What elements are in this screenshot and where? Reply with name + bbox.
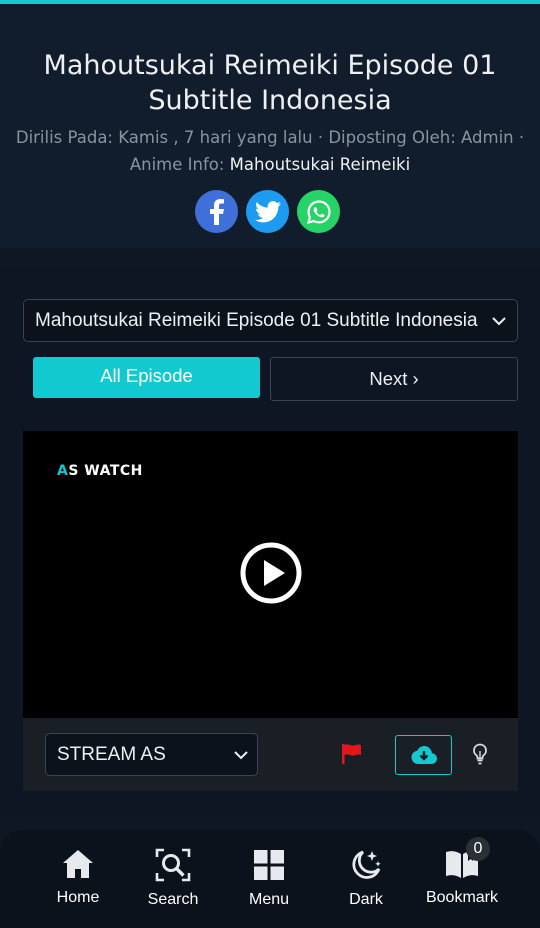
server-select-value: STREAM AS [57, 743, 166, 765]
chevron-down-icon [234, 751, 248, 760]
bookmark-count-badge: 0 [466, 837, 490, 861]
twitter-icon [254, 200, 281, 222]
share-twitter-button[interactable] [246, 190, 289, 233]
anime-info-label: Anime Info: [129, 155, 225, 174]
bottom-navigation: Home Search Menu Dark 0 Bookmark [0, 830, 540, 928]
play-icon[interactable] [240, 542, 302, 604]
nav-bookmark[interactable]: 0 Bookmark [414, 837, 510, 920]
nav-home-label: Home [56, 889, 100, 906]
nav-menu-label: Menu [248, 891, 290, 908]
released-value: Kamis , 7 hari yang lalu [118, 128, 313, 147]
episode-select[interactable]: Mahoutsukai Reimeiki Episode 01 Subtitle… [23, 299, 518, 342]
server-select[interactable]: STREAM AS [45, 733, 258, 776]
whatsapp-icon [306, 199, 331, 224]
home-icon [63, 850, 93, 878]
lightbulb-icon[interactable] [471, 743, 489, 765]
meta-separator: · [518, 128, 525, 147]
posted-label: Diposting Oleh: [328, 128, 456, 147]
share-buttons [0, 190, 540, 234]
download-button[interactable] [395, 735, 452, 775]
player-controls: STREAM AS [23, 718, 518, 791]
search-icon [155, 848, 191, 882]
share-facebook-button[interactable] [195, 190, 238, 233]
post-header: Mahoutsukai Reimeiki Episode 01 Subtitle… [0, 4, 540, 248]
nav-dark-label: Dark [349, 891, 383, 908]
nav-dark-mode[interactable]: Dark [318, 848, 414, 920]
grid-icon [254, 850, 284, 880]
moon-icon [352, 850, 381, 879]
video-player[interactable]: AS WATCH [23, 431, 518, 718]
nav-menu[interactable]: Menu [221, 848, 317, 920]
chevron-down-icon [492, 317, 506, 326]
share-whatsapp-button[interactable] [297, 190, 340, 233]
posted-value: Admin [461, 128, 514, 147]
page-title: Mahoutsukai Reimeiki Episode 01 Subtitle… [43, 50, 497, 116]
nav-search-label: Search [147, 891, 199, 908]
anime-info-link[interactable]: Mahoutsukai Reimeiki [230, 155, 411, 174]
flag-icon[interactable] [341, 744, 363, 764]
nav-home[interactable]: Home [30, 848, 126, 920]
all-episode-button[interactable]: All Episode [33, 357, 260, 398]
released-label: Dirilis Pada: [15, 128, 113, 147]
next-episode-button[interactable]: Next › [270, 357, 518, 401]
cloud-download-icon [411, 746, 437, 764]
post-meta: Dirilis Pada: Kamis , 7 hari yang lalu ·… [10, 124, 530, 178]
nav-search[interactable]: Search [125, 848, 221, 920]
player-logo: AS WATCH [57, 463, 143, 479]
facebook-icon [209, 198, 224, 225]
meta-separator: · [317, 128, 324, 147]
player-logo-accent: A [57, 463, 69, 479]
episode-select-value: Mahoutsukai Reimeiki Episode 01 Subtitle… [35, 309, 478, 331]
nav-bookmark-label: Bookmark [425, 889, 499, 906]
player-logo-text: S WATCH [68, 463, 143, 479]
